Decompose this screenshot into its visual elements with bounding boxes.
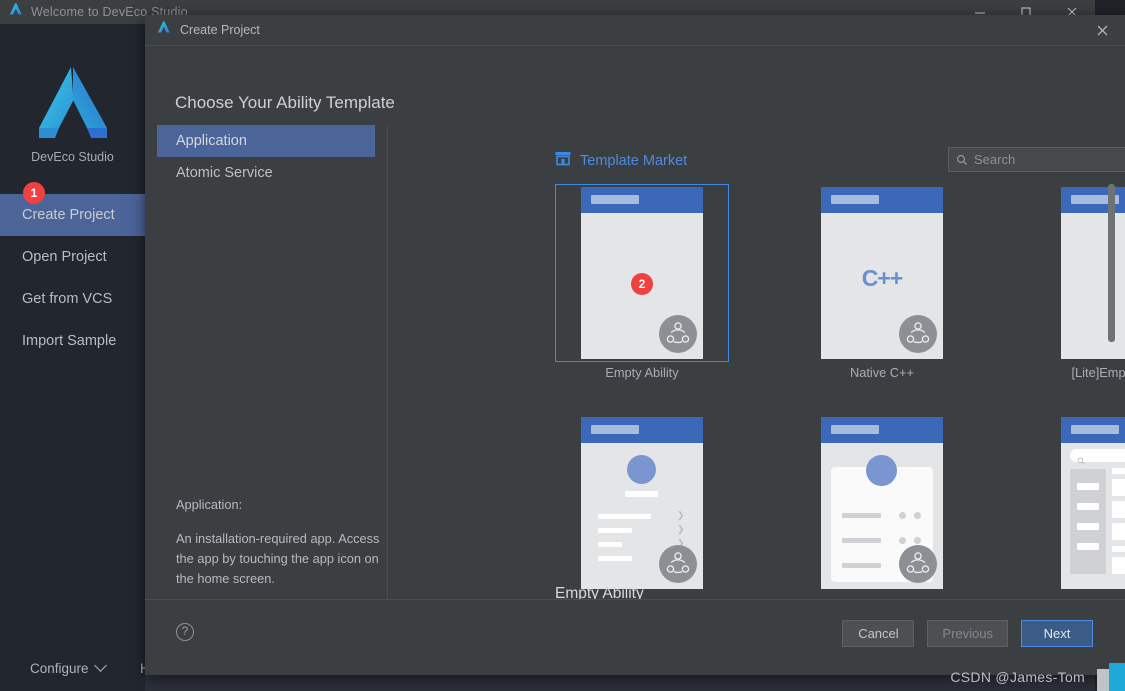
- sidebar-item-create-project[interactable]: 1 Create Project: [0, 182, 145, 236]
- app-logo-label: DevEco Studio: [31, 150, 114, 164]
- scrollbar-thumb[interactable]: [1108, 184, 1115, 342]
- previous-button-label: Previous: [942, 626, 993, 641]
- welcome-sidebar: DevEco Studio 1 Create Project Open Proj…: [0, 24, 145, 691]
- next-button[interactable]: Next: [1021, 620, 1093, 647]
- help-icon-glyph: ?: [181, 626, 189, 638]
- step-badge-2: 2: [631, 273, 653, 295]
- configure-button[interactable]: Configure: [30, 658, 107, 676]
- harmony-icon: [659, 545, 697, 583]
- next-button-label: Next: [1043, 626, 1071, 641]
- template-preview: 2: [581, 187, 703, 359]
- template-card-native-cpp[interactable]: C++ Native C++: [795, 184, 969, 380]
- category-item-label: Application: [176, 133, 247, 149]
- template-card-profile[interactable]: ❯ ❯ ❯ ❯: [555, 414, 729, 595]
- category-description-text: An installation-required app. Access the…: [176, 531, 380, 586]
- search-input[interactable]: Search: [948, 147, 1125, 172]
- watermark: CSDN @James-Tom: [950, 669, 1085, 685]
- page-title: Choose Your Ability Template: [175, 93, 395, 112]
- category-description-label: Application:: [176, 497, 243, 512]
- sidebar-item-get-from-vcs[interactable]: Get from VCS: [0, 278, 145, 320]
- harmony-icon: [659, 315, 697, 353]
- chevron-down-icon: [93, 658, 107, 672]
- cpp-glyph: C++: [861, 265, 903, 291]
- deveco-logo-large-icon: [38, 67, 107, 138]
- sidebar-item-label: Create Project: [22, 207, 115, 223]
- close-icon[interactable]: [1079, 15, 1125, 46]
- template-preview: [821, 417, 943, 589]
- deveco-logo-icon: [8, 2, 23, 22]
- template-market-link[interactable]: Template Market: [555, 151, 687, 170]
- dialog-title: Create Project: [180, 23, 260, 37]
- sidebar-item-label: Get from VCS: [22, 291, 113, 307]
- sidebar-item-label: Open Project: [22, 249, 107, 265]
- template-grid: 2 Empty Ability C++ Native C++ [Lite]Emp…: [555, 184, 1125, 614]
- decorative-grey-strip: [1097, 669, 1109, 691]
- template-card-label: Empty Ability: [605, 365, 679, 380]
- store-icon: [555, 151, 571, 170]
- decorative-blue-strip: [1109, 663, 1125, 691]
- template-preview: ❯ ❯ ❯ ❯: [581, 417, 703, 589]
- screen-root: Welcome to DevEco Studio DevEco Studio 1…: [0, 0, 1125, 691]
- help-icon[interactable]: ?: [176, 623, 194, 641]
- category-item-application[interactable]: Application: [157, 125, 375, 157]
- welcome-nav-list: 1 Create Project Open Project Get from V…: [0, 182, 145, 362]
- step-badge-1: 1: [23, 182, 45, 204]
- dialog-titlebar: Create Project: [145, 15, 1125, 46]
- template-card-cardlist[interactable]: [795, 414, 969, 595]
- search-placeholder: Search: [974, 152, 1016, 167]
- category-item-atomic-service[interactable]: Atomic Service: [157, 157, 375, 189]
- dialog-content: Choose Your Ability Template Application…: [145, 46, 1125, 629]
- vertical-scrollbar[interactable]: [1108, 184, 1115, 614]
- sidebar-item-label: Import Sample: [22, 333, 117, 349]
- sidebar-item-import-sample[interactable]: Import Sample: [0, 320, 145, 362]
- category-item-label: Atomic Service: [176, 165, 273, 181]
- template-card-empty-ability[interactable]: 2 Empty Ability: [555, 184, 729, 380]
- category-column: Application Atomic Service Application: …: [145, 125, 388, 629]
- previous-button[interactable]: Previous: [927, 620, 1008, 647]
- harmony-icon: [899, 545, 937, 583]
- template-market-label: Template Market: [580, 152, 688, 169]
- category-description: Application: An installation-required ap…: [176, 495, 381, 589]
- dialog-footer: ? Cancel Previous Next: [145, 599, 1125, 675]
- template-pane: Template Market Search 2 Empty Ability C…: [388, 125, 1125, 629]
- cancel-button-label: Cancel: [858, 626, 899, 641]
- create-project-dialog: Create Project Choose Your Ability Templ…: [145, 15, 1125, 675]
- template-card-label: Native C++: [849, 365, 915, 380]
- template-preview: [1061, 187, 1125, 359]
- configure-label: Configure: [30, 660, 89, 676]
- template-preview: C++: [821, 187, 943, 359]
- template-preview: [1061, 417, 1125, 589]
- cancel-button[interactable]: Cancel: [842, 620, 915, 647]
- dialog-button-row: Cancel Previous Next: [842, 620, 1093, 647]
- app-logo: DevEco Studio: [0, 64, 145, 164]
- sidebar-item-open-project[interactable]: Open Project: [0, 236, 145, 278]
- search-icon: [956, 154, 968, 166]
- deveco-logo-icon: [156, 20, 171, 40]
- harmony-icon: [899, 315, 937, 353]
